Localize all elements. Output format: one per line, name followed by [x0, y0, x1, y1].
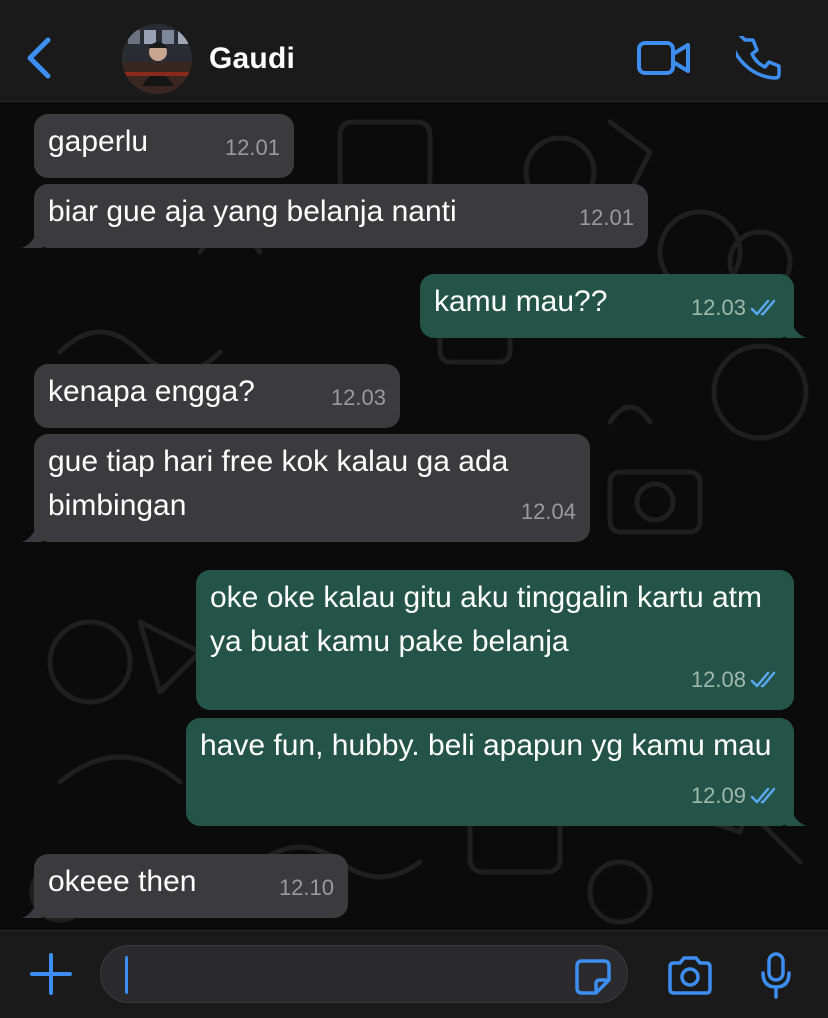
sticker-button[interactable]: [574, 958, 612, 996]
message-time: 12.09: [690, 783, 746, 808]
double-check-icon: [750, 787, 776, 804]
camera-icon: [668, 956, 712, 995]
message-text: okeee then: [48, 865, 197, 898]
message-text: biar gue aja yang belanja nanti: [48, 195, 457, 228]
message-bubble-incoming[interactable]: kenapa engga? 12.03: [34, 364, 400, 428]
message-text: kenapa engga?: [48, 375, 255, 408]
message-text: kamu mau??: [434, 285, 608, 318]
message-time: 12.10: [278, 875, 334, 900]
message-text: gue tiap hari free kok kalau ga ada bimb…: [48, 445, 517, 522]
double-check-icon: [750, 671, 776, 688]
avatar[interactable]: [122, 24, 192, 94]
message-time: 12.01: [224, 135, 280, 160]
message-time: 12.01: [578, 205, 634, 230]
message-bubble-incoming[interactable]: biar gue aja yang belanja nanti 12.01: [22, 184, 648, 248]
microphone-button[interactable]: [760, 951, 792, 1001]
chevron-left-icon: [27, 37, 51, 79]
message-bubble-incoming[interactable]: okeee then 12.10: [22, 854, 348, 918]
camera-button[interactable]: [666, 955, 714, 997]
phone-icon: [728, 27, 781, 80]
contact-name[interactable]: Gaudi: [209, 42, 295, 76]
sticker-icon: [575, 959, 611, 995]
bubble-tail: [786, 318, 806, 338]
message-bubble-outgoing[interactable]: kamu mau?? 12.03: [420, 274, 806, 338]
bubble-tail: [22, 898, 42, 918]
message-bubble-incoming[interactable]: gue tiap hari free kok kalau ga ada bimb…: [22, 434, 590, 542]
message-text: gaperlu: [48, 125, 149, 158]
bubble-tail: [786, 806, 806, 826]
microphone-icon: [761, 952, 791, 999]
back-button[interactable]: [20, 34, 60, 82]
message-composer: [0, 930, 828, 1018]
double-check-icon: [750, 299, 776, 316]
message-bubble-incoming[interactable]: gaperlu 12.01: [34, 114, 294, 178]
message-bubble-outgoing[interactable]: oke oke kalau gitu aku tinggalin kartu a…: [196, 570, 794, 710]
message-time: 12.03: [690, 295, 746, 320]
bubble-tail: [22, 522, 42, 542]
bubble-tail: [22, 228, 42, 248]
message-input[interactable]: [100, 945, 628, 1003]
avatar-image: [122, 24, 192, 94]
plus-icon: [30, 953, 72, 995]
attach-button[interactable]: [28, 951, 74, 997]
voice-call-button[interactable]: [728, 27, 782, 82]
message-time: 12.08: [690, 667, 746, 692]
message-bubble-outgoing[interactable]: have fun, hubby. beli apapun yg kamu mau…: [186, 718, 806, 826]
message-time: 12.04: [520, 499, 576, 524]
message-time: 12.03: [330, 385, 386, 410]
video-call-button[interactable]: [636, 38, 692, 78]
message-list: gaperlu 12.01 biar gue aja yang belanja …: [0, 102, 828, 930]
chat-header: Gaudi: [0, 0, 828, 102]
message-text: oke oke kalau gitu aku tinggalin kartu a…: [210, 581, 771, 658]
text-cursor: [125, 956, 128, 994]
message-text: have fun, hubby. beli apapun yg kamu mau: [200, 729, 772, 762]
video-camera-icon: [637, 41, 690, 75]
